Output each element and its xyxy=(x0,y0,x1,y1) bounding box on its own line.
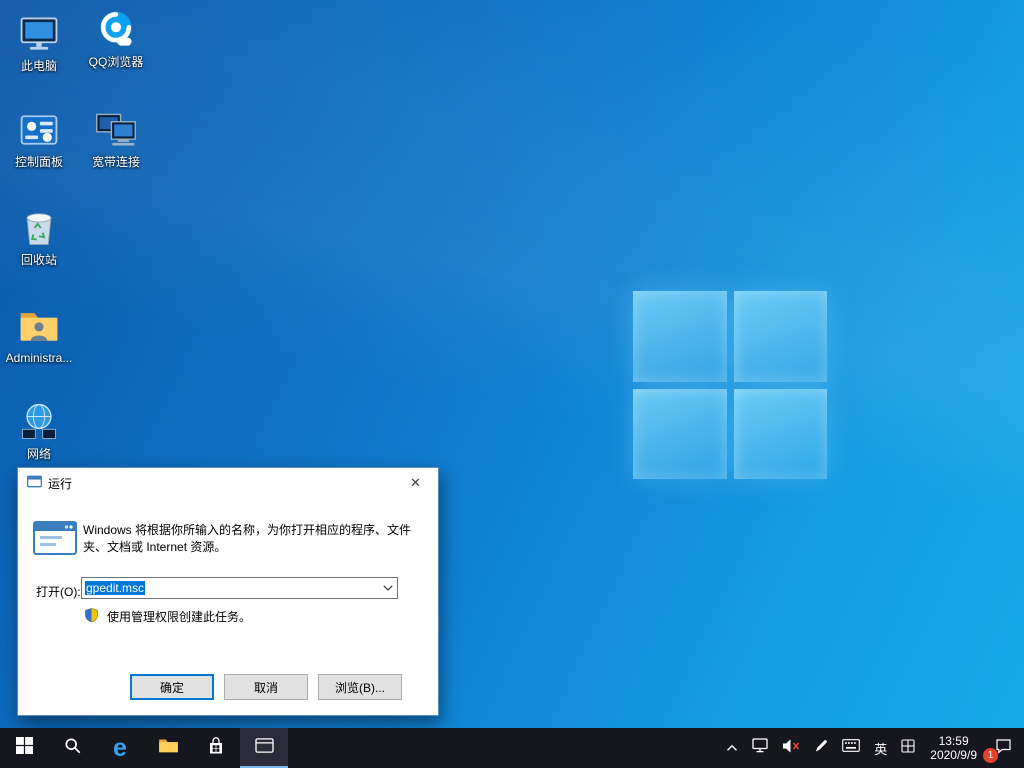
windows-logo-pane xyxy=(633,291,727,382)
this-pc-icon xyxy=(17,12,61,56)
desktop-icon-label: 宽带连接 xyxy=(91,155,140,169)
taskbar-search-button[interactable] xyxy=(48,728,96,768)
taskbar-file-explorer-button[interactable] xyxy=(144,728,192,768)
desktop-icon-broadband[interactable]: 宽带连接 xyxy=(80,108,152,169)
action-center-button[interactable]: 1 xyxy=(983,728,1024,768)
uac-shield-icon xyxy=(84,607,99,626)
start-button[interactable] xyxy=(0,728,48,768)
taskbar: e 英 13:59 2020/9/9 1 xyxy=(0,728,1024,768)
file-explorer-icon xyxy=(158,737,179,759)
open-label: 打开(O): xyxy=(36,585,81,599)
desktop-icon-label: 此电脑 xyxy=(20,59,57,73)
run-dialog-titlebar[interactable]: 运行 ✕ xyxy=(18,468,438,498)
desktop-icon-this-pc[interactable]: 此电脑 xyxy=(3,12,75,73)
run-window-icon xyxy=(32,518,78,561)
close-icon[interactable]: ✕ xyxy=(393,468,438,498)
desktop-icon-qq-browser[interactable]: QQ浏览器 xyxy=(80,8,152,69)
desktop-icon-label: Administra... xyxy=(5,351,73,365)
run-dialog-description: Windows 将根据你所输入的名称，为你打开相应的程序、文件夹、文档或 Int… xyxy=(83,523,412,554)
browse-button[interactable]: 浏览(B)... xyxy=(318,674,402,700)
system-tray: 英 13:59 2020/9/9 1 xyxy=(719,728,1024,768)
admin-note-text: 使用管理权限创建此任务。 xyxy=(107,610,252,624)
microsoft-store-icon xyxy=(208,736,224,760)
qq-browser-icon xyxy=(94,8,138,52)
edge-icon: e xyxy=(113,733,127,762)
run-dialog: 运行 ✕ Windows 将根据你所输入的名称，为你打开相应的程序、文件夹、文档… xyxy=(17,467,439,716)
clock-date: 2020/9/9 xyxy=(930,748,977,762)
windows-logo-pane xyxy=(633,388,727,479)
administrator-folder-icon xyxy=(17,304,61,348)
dialog-button-row: 确定 取消 浏览(B)... xyxy=(130,674,402,700)
chevron-down-icon[interactable] xyxy=(378,578,397,598)
desktop-icon-network[interactable]: 网络 xyxy=(3,400,75,461)
run-window-icon xyxy=(254,737,274,759)
network-status-button[interactable] xyxy=(745,728,775,768)
windows-logo xyxy=(633,291,827,479)
pen-icon xyxy=(814,739,828,758)
run-dialog-title: 运行 xyxy=(48,476,73,491)
ime-toolbar-button[interactable] xyxy=(894,728,922,768)
desktop-icon-label: QQ浏览器 xyxy=(88,55,144,69)
desktop-icon-recycle-bin[interactable]: 回收站 xyxy=(3,206,75,267)
desktop-icon-label: 网络 xyxy=(26,447,51,461)
desktop-icon-control-panel[interactable]: 控制面板 xyxy=(3,108,75,169)
hidden-icons-button[interactable] xyxy=(719,728,745,768)
windows-start-icon xyxy=(15,737,33,759)
windows-logo-pane xyxy=(733,291,827,382)
chevron-up-icon xyxy=(726,739,738,757)
taskbar-store-button[interactable] xyxy=(192,728,240,768)
pen-workspace-button[interactable] xyxy=(807,728,835,768)
taskbar-run-dialog-button[interactable] xyxy=(240,728,288,768)
broadband-connection-icon xyxy=(94,108,138,152)
volume-button[interactable] xyxy=(775,728,807,768)
ok-button[interactable]: 确定 xyxy=(130,674,214,700)
admin-privileges-note: 使用管理权限创建此任务。 xyxy=(84,607,251,626)
volume-muted-icon xyxy=(782,739,800,758)
notification-badge: 1 xyxy=(983,748,998,763)
search-icon xyxy=(64,737,81,759)
run-input-value: gpedit.msc xyxy=(85,581,146,595)
touch-keyboard-button[interactable] xyxy=(835,728,867,768)
desktop-icon-label: 回收站 xyxy=(20,253,57,267)
run-dialog-titlebar-icon xyxy=(27,475,42,491)
recycle-bin-icon xyxy=(17,206,61,250)
keyboard-icon xyxy=(842,739,861,757)
windows-logo-pane xyxy=(733,388,827,479)
cancel-button[interactable]: 取消 xyxy=(224,674,308,700)
clock-time: 13:59 xyxy=(938,734,969,748)
taskbar-clock[interactable]: 13:59 2020/9/9 xyxy=(922,728,985,768)
desktop-icon-label: 控制面板 xyxy=(14,155,63,169)
ime-grid-icon xyxy=(901,738,915,758)
ime-language-indicator[interactable]: 英 xyxy=(867,728,894,768)
network-monitor-icon xyxy=(752,738,768,758)
network-icon xyxy=(17,400,61,444)
control-panel-icon xyxy=(17,108,61,152)
desktop-icon-administrator[interactable]: Administra... xyxy=(3,304,75,365)
taskbar-edge-button[interactable]: e xyxy=(96,728,144,768)
run-input[interactable]: gpedit.msc xyxy=(81,577,398,599)
